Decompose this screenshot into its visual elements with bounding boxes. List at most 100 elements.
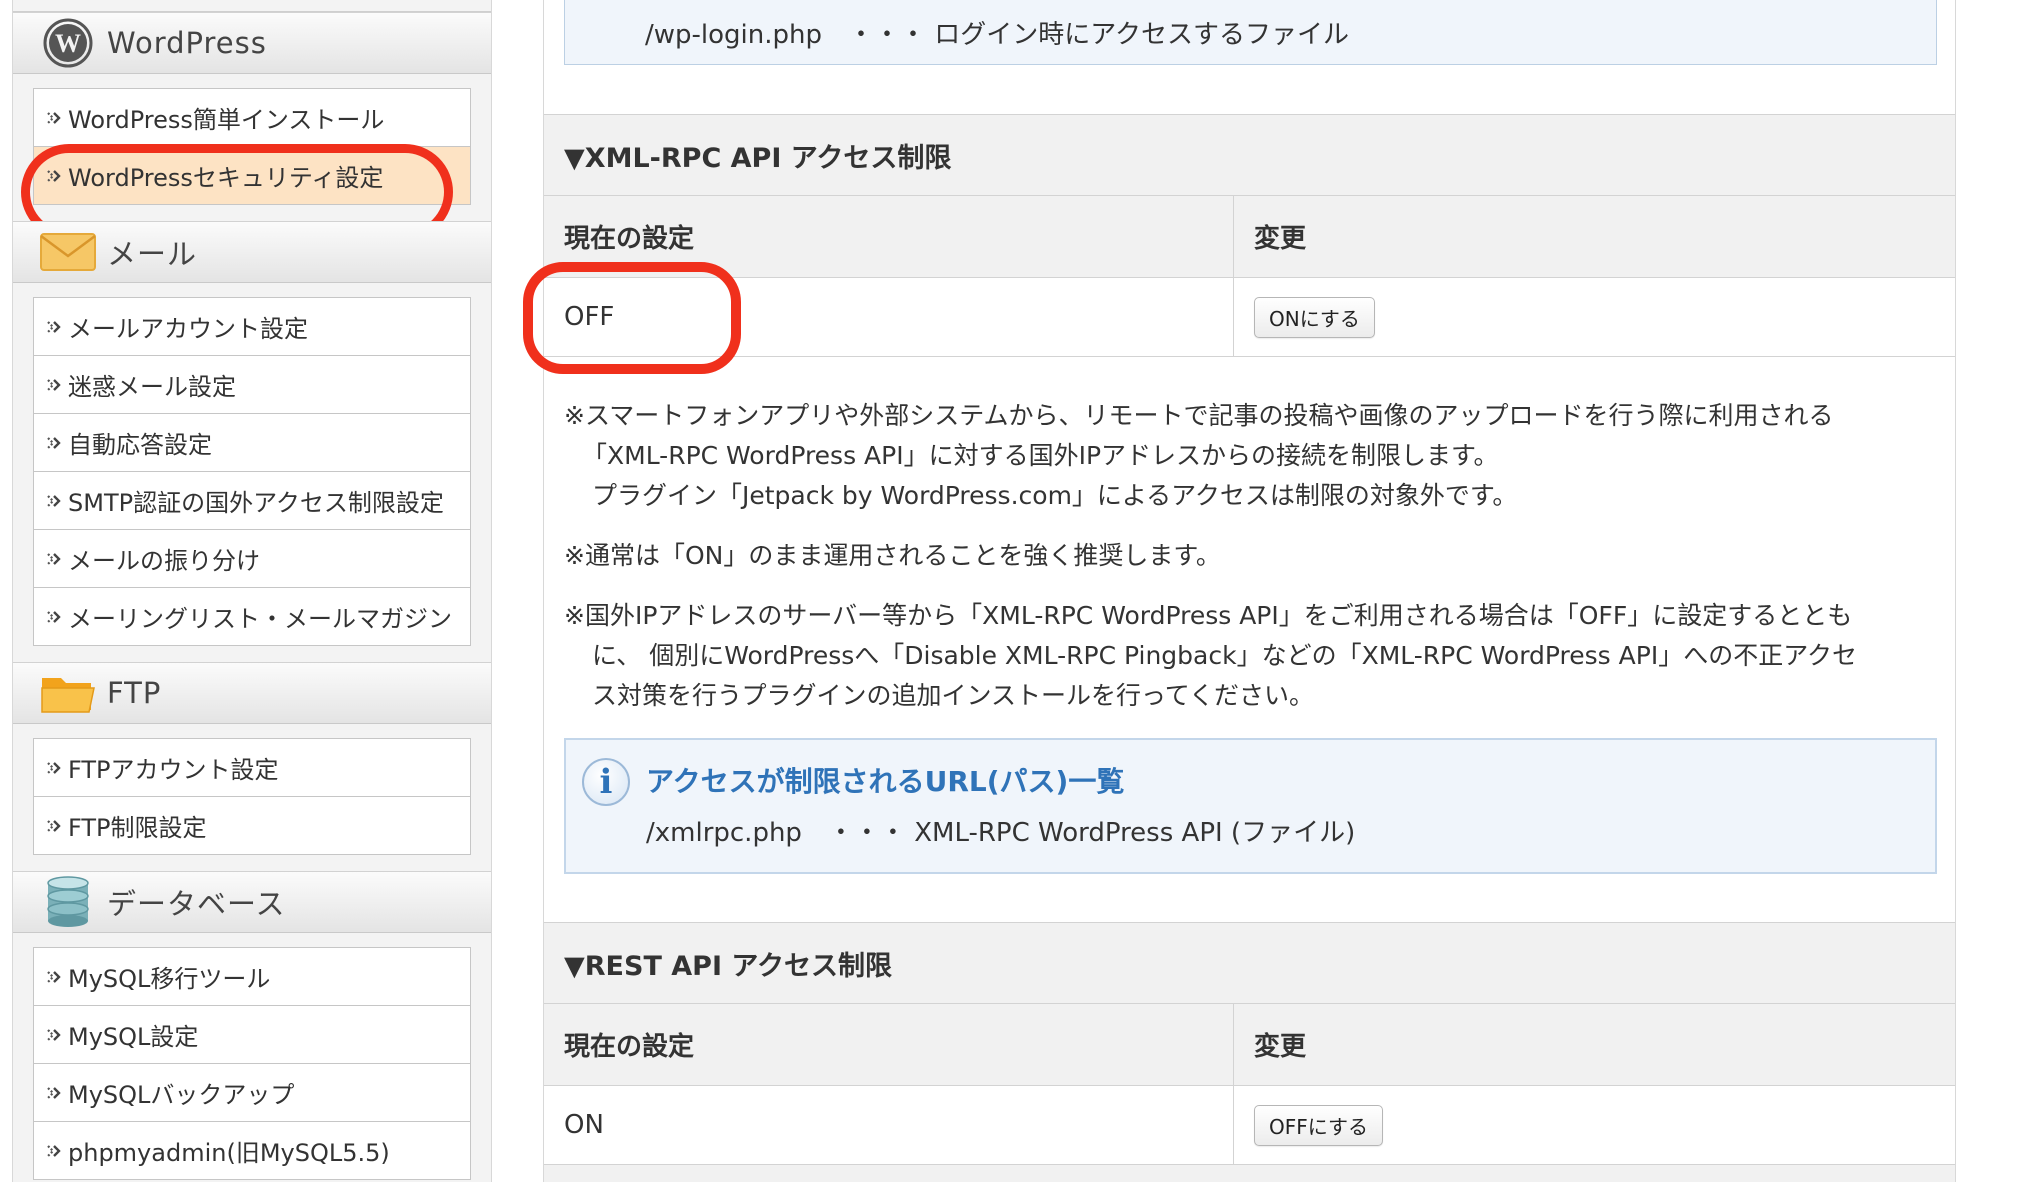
sidebar-item-label: WordPress簡単インストール <box>68 106 385 134</box>
sidebar-menu-list: FTPアカウント設定 FTP制限設定 <box>33 738 471 855</box>
sidebar-item-mysql-migration[interactable]: MySQL移行ツール <box>34 948 470 1006</box>
double-chevron-right-icon <box>44 165 66 187</box>
sidebar-item-label: 自動応答設定 <box>68 431 212 459</box>
sidebar-top-edge <box>13 0 491 12</box>
rest-settings-table: 現在の設定 変更 ON OFFにする <box>544 1004 1955 1165</box>
sidebar-item-phpmyadmin[interactable]: phpmyadmin(旧MySQL5.5) <box>34 1122 470 1180</box>
sidebar-item-mail-filter[interactable]: メールの振り分け <box>34 530 470 588</box>
next-section-edge <box>544 1164 1955 1182</box>
sidebar-item-label: WordPressセキュリティ設定 <box>68 164 384 192</box>
sidebar-section-header: W WordPress <box>13 12 491 74</box>
xmlrpc-note-1: ※スマートフォンアプリや外部システムから、リモートで記事の投稿や画像のアップロー… <box>564 396 1937 516</box>
info-box-body: /xmlrpc.php ・・・ XML-RPC WordPress API (フ… <box>646 818 1356 848</box>
sidebar-item-label: MySQL設定 <box>68 1023 199 1051</box>
xmlrpc-turn-on-button[interactable]: ONにする <box>1254 296 1375 338</box>
table-header-row: 現在の設定 変更 <box>544 196 1955 278</box>
note-line: ※国外IPアドレスのサーバー等から「XML-RPC WordPress API」… <box>564 601 1853 630</box>
sidebar-section-title: FTP <box>107 676 162 710</box>
sidebar-item-label: メールアカウント設定 <box>68 315 308 343</box>
xmlrpc-section-heading: ▼XML-RPC API アクセス制限 <box>544 114 1955 196</box>
svg-text:W: W <box>55 29 81 58</box>
double-chevron-right-icon <box>44 316 66 338</box>
table-header-row: 現在の設定 変更 <box>544 1004 1955 1086</box>
section-title: ▼REST API アクセス制限 <box>564 950 893 982</box>
sidebar-item-mysql-backup[interactable]: MySQLバックアップ <box>34 1064 470 1122</box>
column-header-change: 変更 <box>1254 1032 1307 1062</box>
double-chevron-right-icon <box>44 757 66 779</box>
sidebar-item-label: 迷惑メール設定 <box>68 373 236 401</box>
restricted-urls-info-box: i アクセスが制限されるURL(パス)一覧 /xmlrpc.php ・・・ XM… <box>564 738 1937 874</box>
double-chevron-right-icon <box>44 1024 66 1046</box>
sidebar-menu-list: WordPress簡単インストール WordPressセキュリティ設定 <box>33 88 471 205</box>
sidebar-item-smtp-restriction[interactable]: SMTP認証の国外アクセス制限設定 <box>34 472 470 530</box>
main-content: /wp-login.php ・・・ ログイン時にアクセスするファイル ▼XML-… <box>523 0 1956 1182</box>
sidebar-item-spam-mail[interactable]: 迷惑メール設定 <box>34 356 470 414</box>
sidebar-section-wordpress: W WordPress WordPress簡単インストール WordPressセ… <box>13 12 491 240</box>
rest-turn-off-button[interactable]: OFFにする <box>1254 1104 1383 1146</box>
xmlrpc-note-3: ※国外IPアドレスのサーバー等から「XML-RPC WordPress API」… <box>564 596 1937 716</box>
double-chevron-right-icon <box>44 966 66 988</box>
sidebar-section-header: FTP <box>13 662 491 724</box>
wordpress-icon: W <box>39 17 97 69</box>
note-line: プラグイン「Jetpack by WordPress.com」によるアクセスは制… <box>592 481 1518 510</box>
sidebar-item-ftp-account[interactable]: FTPアカウント設定 <box>34 739 470 797</box>
sidebar-section-database: データベース MySQL移行ツール MySQL設定 MySQLバックアップ ph… <box>13 871 491 1180</box>
info-icon: i <box>582 758 630 806</box>
double-chevron-right-icon <box>44 374 66 396</box>
login-path-info-box: /wp-login.php ・・・ ログイン時にアクセスするファイル <box>564 0 1937 65</box>
sidebar-item-label: メーリングリスト・メールマガジン <box>68 605 452 633</box>
column-header-current: 現在の設定 <box>544 196 1234 277</box>
sidebar-item-label: MySQLバックアップ <box>68 1081 295 1109</box>
xmlrpc-settings-table: 現在の設定 変更 OFF ONにする <box>544 196 1955 357</box>
sidebar-item-label: メールの振り分け <box>68 547 260 575</box>
database-icon <box>39 876 97 928</box>
sidebar-menu-list: メールアカウント設定 迷惑メール設定 自動応答設定 SMTP認証の国外アクセス制… <box>33 297 471 646</box>
info-box-title: アクセスが制限されるURL(パス)一覧 <box>646 765 1125 798</box>
sidebar-item-ftp-restriction[interactable]: FTP制限設定 <box>34 797 470 855</box>
table-row: ON OFFにする <box>544 1086 1955 1165</box>
double-chevron-right-icon <box>44 107 66 129</box>
sidebar-section-header: データベース <box>13 871 491 933</box>
sidebar-item-label: SMTP認証の国外アクセス制限設定 <box>68 489 444 517</box>
rest-current-value: ON <box>544 1086 1234 1164</box>
double-chevron-right-icon <box>44 548 66 570</box>
sidebar-section-title: メール <box>107 237 198 271</box>
sidebar-section-header: メール <box>13 221 491 283</box>
folder-icon <box>39 667 97 719</box>
sidebar-menu-list: MySQL移行ツール MySQL設定 MySQLバックアップ phpmyadmi… <box>33 947 471 1180</box>
sidebar-item-label: FTP制限設定 <box>68 814 207 842</box>
sidebar-section-mail: メール メールアカウント設定 迷惑メール設定 自動応答設定 SMTP認証の国外ア… <box>13 221 491 646</box>
rest-change-cell: OFFにする <box>1234 1086 1955 1164</box>
sidebar-item-label: phpmyadmin(旧MySQL5.5) <box>68 1139 390 1167</box>
double-chevron-right-icon <box>44 490 66 512</box>
sidebar-section-ftp: FTP FTPアカウント設定 FTP制限設定 <box>13 662 491 855</box>
sidebar-item-mail-account[interactable]: メールアカウント設定 <box>34 298 470 356</box>
sidebar-item-label: FTPアカウント設定 <box>68 756 279 784</box>
section-title: ▼XML-RPC API アクセス制限 <box>564 142 952 174</box>
login-path-text: /wp-login.php ・・・ ログイン時にアクセスするファイル <box>645 19 1349 50</box>
note-line: 「XML-RPC WordPress API」に対する国外IPアドレスからの接続… <box>582 441 1499 470</box>
sidebar-item-wordpress-security[interactable]: WordPressセキュリティ設定 <box>34 147 470 205</box>
note-line: ス対策を行うプラグインの追加インストールを行ってください。 <box>592 681 1315 710</box>
table-row: OFF ONにする <box>544 278 1955 357</box>
sidebar-item-auto-reply[interactable]: 自動応答設定 <box>34 414 470 472</box>
note-line: ※通常は「ON」のまま運用されることを強く推奨します。 <box>564 541 1221 570</box>
double-chevron-right-icon <box>44 815 66 837</box>
xmlrpc-change-cell: ONにする <box>1234 278 1955 356</box>
double-chevron-right-icon <box>44 1082 66 1104</box>
sidebar-item-mailing-list[interactable]: メーリングリスト・メールマガジン <box>34 588 470 646</box>
column-header-current: 現在の設定 <box>544 1004 1234 1085</box>
sidebar: W WordPress WordPress簡単インストール WordPressセ… <box>12 0 492 1182</box>
double-chevron-right-icon <box>44 432 66 454</box>
mail-envelope-icon <box>39 226 97 278</box>
sidebar-section-title: WordPress <box>107 26 267 60</box>
sidebar-item-wordpress-install[interactable]: WordPress簡単インストール <box>34 89 470 147</box>
sidebar-section-title: データベース <box>107 887 286 921</box>
sidebar-item-mysql-settings[interactable]: MySQL設定 <box>34 1006 470 1064</box>
double-chevron-right-icon <box>44 1140 66 1162</box>
note-line: ※スマートフォンアプリや外部システムから、リモートで記事の投稿や画像のアップロー… <box>564 401 1834 430</box>
double-chevron-right-icon <box>44 606 66 628</box>
xmlrpc-note-2: ※通常は「ON」のまま運用されることを強く推奨します。 <box>564 536 1937 576</box>
column-header-change: 変更 <box>1254 224 1307 254</box>
note-line: に、 個別にWordPressへ「Disable XML-RPC Pingbac… <box>592 641 1857 670</box>
